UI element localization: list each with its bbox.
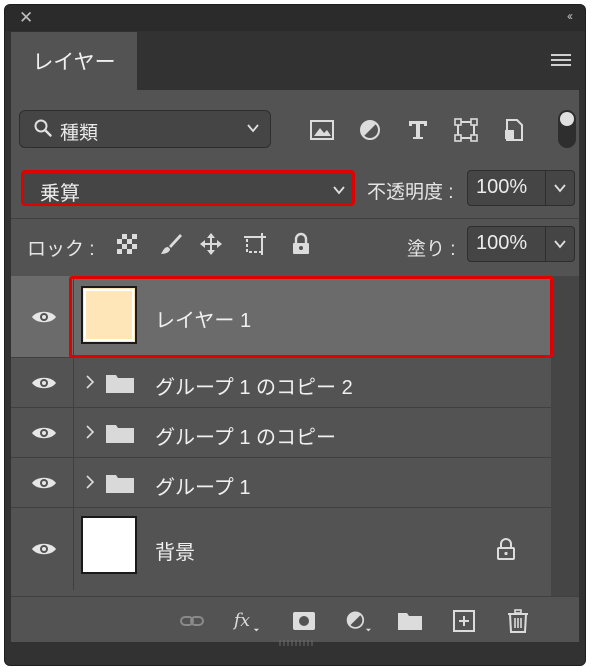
layer-name: レイヤー 1 bbox=[155, 310, 252, 332]
eye-icon[interactable] bbox=[31, 475, 57, 491]
fill-value: 100% bbox=[476, 232, 528, 254]
lock-image-pixels-brush-icon[interactable] bbox=[159, 232, 183, 256]
layer-name: グループ 1 のコピー bbox=[155, 427, 337, 449]
layer-row[interactable]: レイヤー 1 bbox=[11, 276, 553, 358]
shape-filter-icon[interactable] bbox=[453, 118, 479, 142]
layer-row[interactable]: グループ 1 bbox=[11, 458, 551, 508]
trash-icon[interactable] bbox=[505, 609, 531, 633]
layer-thumbnail bbox=[81, 516, 137, 574]
chevron-down-icon[interactable] bbox=[553, 237, 567, 251]
lock-position-move-icon[interactable] bbox=[199, 232, 223, 256]
lock-artboard-icon[interactable] bbox=[243, 232, 267, 256]
link-layers-icon[interactable] bbox=[179, 609, 205, 633]
tab-layers[interactable]: レイヤー bbox=[11, 32, 137, 90]
folder-icon bbox=[106, 475, 134, 493]
svg-text:fx: fx bbox=[233, 611, 250, 631]
new-group-folder-icon[interactable] bbox=[397, 609, 423, 633]
chevron-right-icon[interactable] bbox=[85, 374, 95, 390]
eye-icon[interactable] bbox=[31, 425, 57, 441]
fill-label: 塗り : bbox=[407, 239, 456, 260]
close-icon[interactable]: ✕ bbox=[19, 8, 33, 28]
layer-thumbnail bbox=[81, 286, 137, 344]
layer-row[interactable]: グループ 1 のコピー bbox=[11, 408, 551, 458]
lock-transparent-pixels-icon[interactable] bbox=[115, 232, 139, 256]
adjustment-filter-icon[interactable] bbox=[357, 118, 383, 142]
folder-icon bbox=[106, 425, 134, 443]
chevron-right-icon[interactable] bbox=[85, 424, 95, 440]
eye-icon[interactable] bbox=[31, 375, 57, 391]
layer-row[interactable]: 背景 bbox=[11, 508, 551, 590]
tab-layers-label: レイヤー bbox=[32, 51, 116, 74]
opacity-input[interactable]: 100% bbox=[467, 170, 575, 206]
layers-toolbar: fx bbox=[11, 596, 579, 642]
chevron-down-icon bbox=[333, 186, 345, 195]
add-mask-icon[interactable] bbox=[291, 609, 317, 633]
panel-menu-icon[interactable] bbox=[551, 54, 571, 68]
layer-row[interactable]: グループ 1 のコピー 2 bbox=[11, 358, 551, 408]
layer-name: グループ 1 bbox=[155, 477, 251, 499]
layers-panel: ✕ ‹‹ レイヤー 種類 乗算 不透明度: 100% ロック: 塗り: 1… bbox=[4, 4, 586, 666]
folder-icon bbox=[106, 375, 134, 393]
lock-all-icon[interactable] bbox=[289, 232, 313, 256]
chevron-down-icon bbox=[247, 124, 259, 133]
layers-content: 種類 乗算 不透明度: 100% ロック: 塗り: 100% レイヤー 1… bbox=[11, 90, 579, 642]
fill-input[interactable]: 100% bbox=[467, 226, 575, 262]
layer-name: グループ 1 のコピー 2 bbox=[155, 377, 353, 399]
blend-mode-select[interactable]: 乗算 bbox=[21, 170, 355, 206]
eye-icon[interactable] bbox=[31, 541, 57, 557]
layers-list: レイヤー 1 グループ 1 のコピー 2 グループ 1 のコピー グループ 1 … bbox=[11, 276, 579, 596]
tab-bar: レイヤー bbox=[11, 32, 579, 90]
eye-icon[interactable] bbox=[31, 309, 57, 325]
lock-icon bbox=[497, 538, 515, 560]
chevron-down-icon[interactable] bbox=[553, 181, 567, 195]
filter-kind-label: 種類 bbox=[60, 123, 99, 144]
filter-kind-select[interactable]: 種類 bbox=[19, 110, 271, 148]
opacity-value: 100% bbox=[476, 176, 528, 198]
layer-name: 背景 bbox=[155, 542, 195, 564]
resize-grip[interactable] bbox=[278, 640, 314, 646]
image-filter-icon[interactable] bbox=[309, 118, 335, 142]
scrollbar[interactable] bbox=[551, 276, 579, 596]
type-filter-icon[interactable] bbox=[405, 118, 431, 142]
blend-mode-value: 乗算 bbox=[40, 183, 80, 205]
new-layer-icon[interactable] bbox=[451, 609, 477, 633]
selection-highlight bbox=[69, 276, 553, 358]
search-icon bbox=[34, 119, 52, 137]
opacity-label: 不透明度 : bbox=[367, 182, 454, 203]
panel-title-bar: ✕ ‹‹ bbox=[5, 5, 585, 31]
divider bbox=[11, 218, 579, 219]
adjustment-layer-icon[interactable] bbox=[345, 609, 371, 633]
collapse-icon[interactable]: ‹‹ bbox=[567, 9, 573, 23]
lock-label: ロック : bbox=[27, 239, 95, 260]
layer-style-fx-icon[interactable]: fx bbox=[233, 609, 259, 633]
smart-object-filter-icon[interactable] bbox=[501, 118, 527, 142]
filter-toggle[interactable] bbox=[558, 110, 576, 148]
chevron-right-icon[interactable] bbox=[85, 474, 95, 490]
